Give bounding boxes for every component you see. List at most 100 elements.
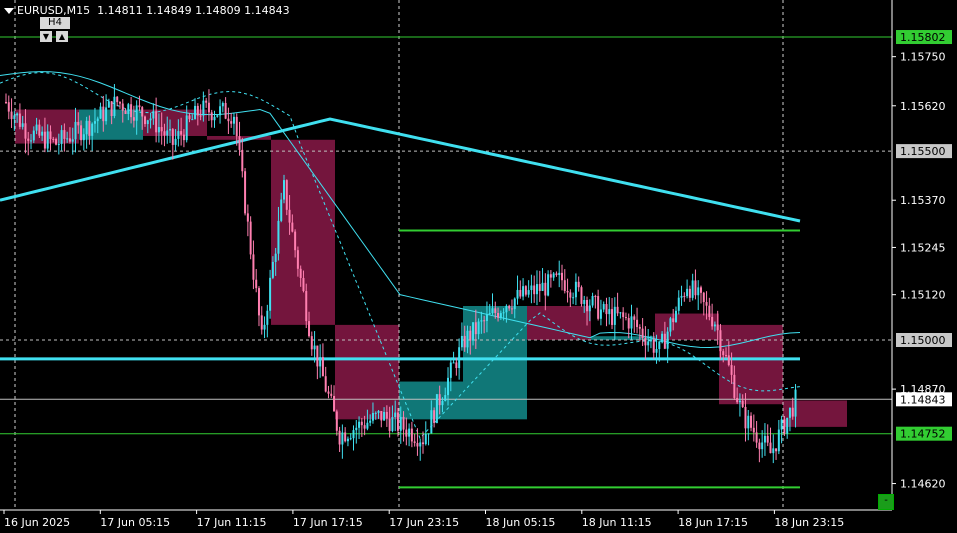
candle-body [705, 302, 708, 306]
candle-body [235, 116, 238, 137]
candle-body [477, 321, 480, 335]
candle-body [736, 397, 739, 403]
price-tag-label: 1.14843 [900, 393, 946, 406]
candle-body [116, 96, 119, 103]
price-chart[interactable]: 16 Jun 2025 17 Jun 05:15 17 Jun 11:15 17 Ju… [0, 0, 957, 533]
x-tick-label: 18 Jun 23:15 [774, 516, 844, 529]
candle-body [224, 103, 227, 119]
candle-body [738, 400, 741, 403]
y-tick-label: 1.15620 [900, 100, 946, 113]
candle-body [408, 428, 411, 437]
candle-body [583, 300, 586, 304]
candle-body [516, 289, 519, 299]
candle-body [105, 107, 108, 122]
candle-body [93, 121, 96, 124]
candle-body [686, 288, 689, 297]
dropdown-arrow-icon[interactable] [4, 8, 14, 14]
candle-body [669, 318, 672, 332]
candle-body [333, 395, 336, 412]
candle-body [213, 116, 216, 121]
candle-body [602, 304, 605, 310]
candle-body [519, 289, 522, 297]
y-tick-label: 1.15245 [900, 241, 946, 254]
candle-body [199, 115, 202, 117]
timeframe-up-icon[interactable]: ▲ [56, 31, 68, 42]
candle-body [241, 149, 244, 172]
candle-body [786, 417, 789, 434]
candle-body [302, 277, 305, 292]
candle-body [530, 285, 533, 291]
timeframe-down-icon[interactable]: ▼ [40, 31, 52, 42]
candle-body [394, 412, 397, 418]
x-tick-label: 17 Jun 23:15 [389, 516, 459, 529]
candle-body [374, 412, 377, 414]
candle-body [358, 421, 361, 428]
candle-body [232, 116, 235, 124]
candle-body [80, 125, 83, 141]
candle-body [702, 292, 705, 303]
candle-body [561, 272, 563, 281]
candle-body [257, 288, 260, 316]
candle-body [574, 281, 577, 298]
candle-body [263, 324, 266, 330]
candle-body [763, 435, 766, 443]
candle-body [655, 348, 658, 353]
candle-body [399, 416, 402, 431]
candle-body [102, 106, 105, 122]
candle-body [577, 281, 580, 288]
candle-body [252, 254, 255, 280]
candle-body [216, 115, 219, 117]
candle-body [110, 101, 113, 117]
timeframe-switcher[interactable]: H4 ▼ ▲ [40, 17, 70, 47]
candle-body [188, 115, 191, 120]
candle-body [41, 131, 44, 136]
candle-body [130, 104, 133, 118]
candle-body [627, 318, 630, 329]
candle-body [761, 442, 764, 450]
candle-body [155, 111, 158, 133]
candle-body [63, 130, 66, 139]
candle-body [349, 438, 352, 440]
candle-body [605, 304, 608, 315]
candle-body [288, 209, 291, 223]
candle-body [127, 104, 130, 115]
candle-body [43, 131, 46, 149]
candle-body [410, 428, 413, 442]
candle-body [552, 273, 555, 278]
candle-body [716, 324, 719, 331]
candle-body [416, 442, 419, 447]
candle-body [788, 407, 791, 418]
candle-body [630, 316, 633, 329]
candle-body [755, 432, 758, 443]
candle-body [18, 113, 21, 127]
candle-body [344, 432, 347, 442]
candle-body [202, 100, 205, 116]
candle-body [32, 130, 35, 141]
candle-body [661, 333, 664, 342]
candle-body [157, 127, 160, 133]
candle-body [674, 310, 677, 323]
price-tag-label: 1.14752 [900, 428, 946, 441]
candle-body [649, 339, 652, 342]
candle-body [549, 274, 552, 278]
candle-body [85, 120, 88, 135]
price-tag-label: 1.14620 [900, 478, 946, 491]
candle-body [683, 295, 686, 297]
candle-body [121, 103, 124, 111]
candle-body [57, 143, 60, 145]
candle-body [5, 102, 7, 103]
candle-body [541, 282, 544, 291]
candle-body [230, 121, 233, 124]
candle-body [725, 355, 728, 357]
candle-body [166, 130, 169, 136]
chart-header: EURUSD,M15 1.14811 1.14849 1.14809 1.148… [4, 4, 290, 17]
candle-body [744, 406, 747, 429]
candle-body [185, 115, 188, 141]
candle-body [452, 362, 455, 364]
candle-body [138, 105, 141, 108]
candle-body [586, 300, 589, 312]
minimize-button[interactable]: - [878, 494, 894, 510]
candle-body [291, 222, 294, 232]
candle-body [360, 421, 363, 426]
candle-body [522, 286, 525, 297]
